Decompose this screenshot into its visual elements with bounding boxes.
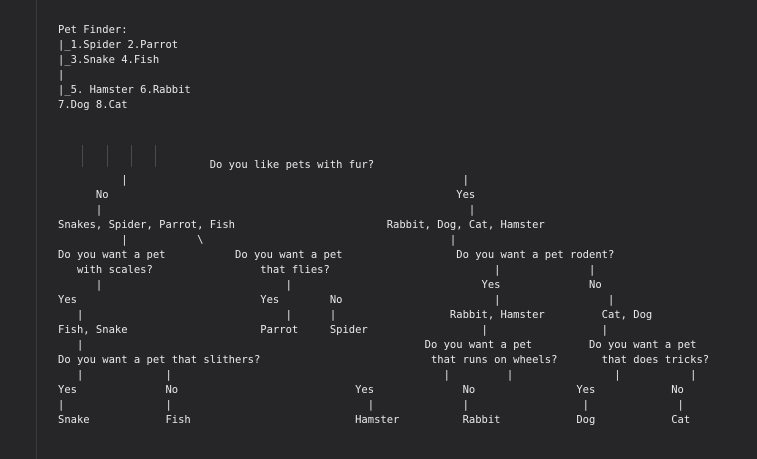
code-line: Pet Finder: bbox=[58, 24, 128, 36]
code-line: Yes Yes No | | bbox=[58, 294, 615, 306]
code-line: Snakes, Spider, Parrot, Fish Rabbit, Dog… bbox=[58, 219, 545, 231]
code-line: | \ | bbox=[58, 234, 457, 246]
code-line: Do you like pets with fur? bbox=[58, 159, 375, 171]
code-editor[interactable]: Pet Finder: |_1.Spider 2.Parrot |_3.Snake … bbox=[0, 0, 757, 459]
code-line: | | | | | | bbox=[58, 369, 697, 381]
code-text[interactable]: Pet Finder: |_1.Spider 2.Parrot |_3.Snake … bbox=[58, 23, 709, 428]
code-line: Do you want a pet Do you want a pet Do y… bbox=[58, 249, 615, 261]
code-line: No Yes bbox=[58, 189, 476, 201]
code-line: |_1.Spider 2.Parrot bbox=[58, 39, 179, 51]
code-line: Snake Fish Hamster Rabbit Dog Cat bbox=[58, 414, 691, 426]
code-line: Do you want a pet that slithers? that ru… bbox=[58, 354, 710, 366]
code-line: | | | Rabbit, Hamster Cat, Dog bbox=[58, 309, 653, 321]
indent-guide bbox=[36, 0, 37, 459]
code-line: with scales? that flies? | | bbox=[58, 264, 596, 276]
code-line: | Do you want a pet Do you want a pet bbox=[58, 339, 697, 351]
code-line: Fish, Snake Parrot Spider | | bbox=[58, 324, 608, 336]
code-line: Yes No Yes No Yes No bbox=[58, 384, 684, 396]
code-line: | | | | | | bbox=[58, 399, 684, 411]
code-line: |_5. Hamster 6.Rabbit bbox=[58, 84, 191, 96]
code-line: 7.Dog 8.Cat bbox=[58, 99, 128, 111]
code-line: |_3.Snake 4.Fish bbox=[58, 54, 160, 66]
code-line: | bbox=[58, 69, 65, 81]
code-line: | | Yes No bbox=[58, 279, 602, 291]
code-line: | | bbox=[58, 204, 476, 216]
code-line: | | bbox=[58, 174, 469, 186]
